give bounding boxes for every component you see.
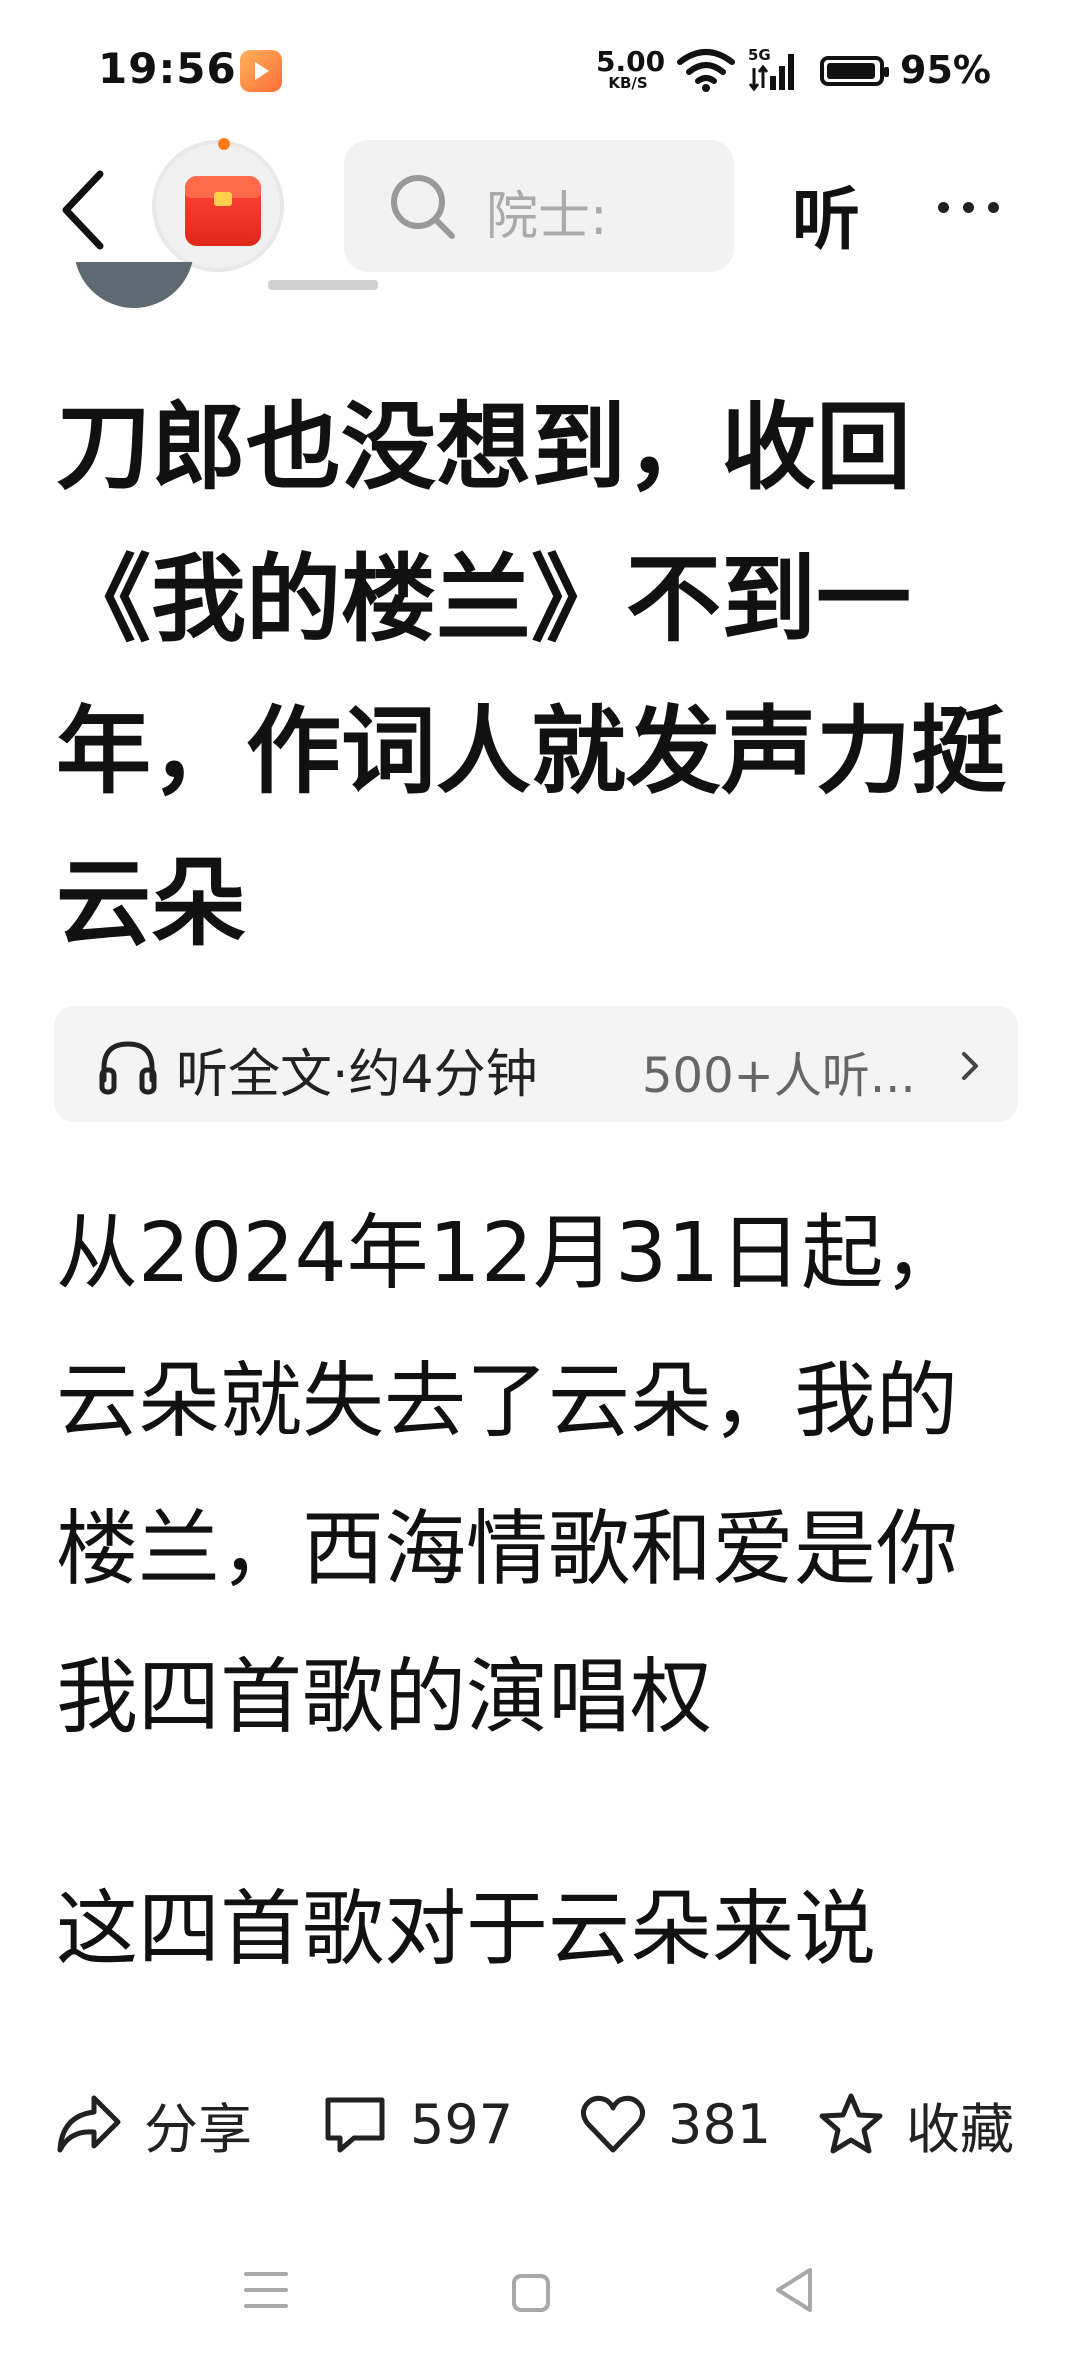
listen-full-text-bar[interactable]: 听全文·约4分钟 500+人听... — [54, 1006, 1018, 1122]
headphones-icon — [99, 1041, 157, 1095]
network-type-label: 5G — [748, 46, 771, 64]
system-navigation-bar — [0, 2200, 1080, 2373]
wifi-icon — [677, 49, 735, 92]
like-button[interactable]: 381 — [578, 2084, 771, 2164]
favorite-label: 收藏 — [906, 2097, 1014, 2161]
battery-percent: 95% — [900, 48, 991, 92]
chevron-right-icon — [962, 1052, 978, 1080]
network-speed: 5.00 KB/S — [596, 45, 666, 92]
red-packet-icon[interactable] — [152, 138, 284, 272]
comment-button[interactable]: 597 — [320, 2084, 513, 2164]
system-back-icon[interactable] — [772, 2266, 816, 2314]
author-avatar[interactable] — [74, 262, 194, 310]
status-bar: 19:56 5.00 KB/S 5G 95% — [0, 0, 1080, 140]
listen-button[interactable]: 听 — [792, 164, 860, 263]
status-time: 19:56 — [98, 44, 237, 93]
search-icon — [391, 175, 455, 239]
back-arrow-icon[interactable] — [58, 168, 108, 252]
battery-level-fill — [827, 63, 875, 79]
article-paragraph: 从2024年12月31日起，云朵就失去了云朵，我的楼兰，西海情歌和爱是你我四首歌… — [56, 1206, 966, 1745]
top-nav-bar: 院士: 听 — [0, 138, 1080, 272]
heart-icon — [580, 2095, 646, 2153]
like-count: 381 — [668, 2092, 772, 2156]
recent-apps-icon[interactable] — [244, 2268, 288, 2312]
notification-dot — [218, 138, 230, 150]
author-name-partial — [268, 276, 388, 294]
favorite-button[interactable]: 收藏 — [816, 2084, 1014, 2164]
comment-count: 597 — [410, 2092, 514, 2156]
listen-duration-text: 听全文·约4分钟 — [176, 1045, 538, 1105]
bottom-action-bar: 分享 597 381 收藏 — [0, 2040, 1080, 2200]
share-button[interactable]: 分享 — [54, 2084, 252, 2164]
comment-icon — [325, 2097, 385, 2153]
search-placeholder: 院士: — [486, 187, 608, 247]
red-envelope-seal — [214, 192, 232, 206]
share-label: 分享 — [144, 2097, 252, 2161]
video-app-icon — [240, 50, 282, 92]
network-speed-unit: KB/S — [608, 74, 648, 92]
star-icon — [819, 2093, 883, 2154]
home-icon[interactable] — [512, 2274, 550, 2312]
more-icon[interactable] — [938, 198, 1013, 217]
listener-count: 500+人听... — [642, 1048, 916, 1104]
signal-icon: 5G — [748, 46, 794, 92]
network-speed-value: 5.00 — [596, 45, 666, 78]
article-title: 刀郎也没想到，收回《我的楼兰》不到一年，作词人就发声力挺云朵 — [56, 393, 1007, 959]
search-input[interactable]: 院士: — [344, 140, 734, 272]
battery-icon — [820, 56, 889, 86]
share-icon — [57, 2095, 121, 2153]
